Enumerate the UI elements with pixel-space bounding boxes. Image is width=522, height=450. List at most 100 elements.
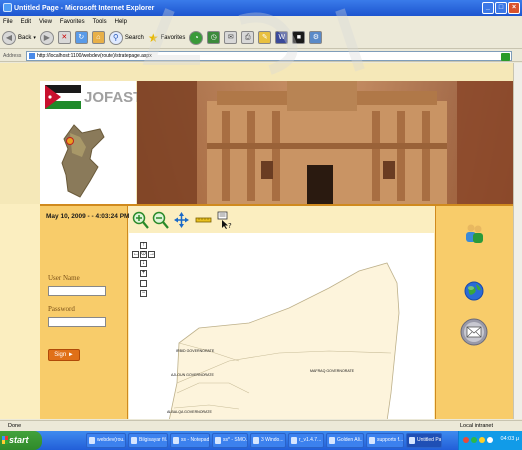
page-icon	[29, 53, 35, 59]
search-label: Search	[124, 34, 144, 41]
tools-extra-icon[interactable]: ⚙	[309, 31, 323, 44]
users-icon[interactable]	[463, 222, 485, 244]
maximize-button[interactable]: □	[495, 2, 507, 14]
task-golden[interactable]: Golden Ali...	[326, 433, 364, 448]
system-tray: 04:03 μ	[458, 431, 522, 450]
identify-icon[interactable]: ?	[217, 211, 234, 229]
back-dropdown-icon: ▾	[33, 34, 36, 41]
signin-button[interactable]: Sign ►	[48, 349, 80, 361]
favorites-button[interactable]: ★ Favorites	[148, 29, 185, 47]
messenger-icon[interactable]: ■	[292, 31, 306, 44]
start-button[interactable]: start	[0, 431, 42, 450]
current-datetime: May 10, 2009 - - 4:03:24 PM	[46, 213, 130, 220]
ie-window: Untitled Page - Microsoft Internet Explo…	[0, 0, 522, 450]
jordan-flag-icon	[45, 85, 81, 109]
username-input[interactable]	[48, 286, 106, 296]
status-text: Done	[8, 423, 22, 429]
tools-panel	[435, 206, 513, 419]
menu-view[interactable]: View	[39, 19, 52, 25]
menu-help[interactable]: Help	[115, 19, 127, 25]
address-input[interactable]: http://localhost:1100/webdev(route)/stra…	[26, 51, 512, 61]
favorites-label: Favorites	[160, 34, 186, 41]
task-smo[interactable]: ss* - SMO...	[212, 433, 248, 448]
window-title: Untitled Page - Microsoft Internet Explo…	[14, 4, 155, 12]
map-zoom-in-button[interactable]: +	[140, 270, 147, 277]
menu-bar: File Edit View Favorites Tools Help	[0, 16, 522, 27]
task-windows[interactable]: 3 Windo...	[250, 433, 286, 448]
zoom-out-icon[interactable]	[152, 211, 169, 229]
map-label-albalqa: ALBALQA GOVERNORATE	[167, 410, 212, 414]
tray-icon-a[interactable]	[463, 437, 469, 443]
standard-toolbar: ◀ Back ▾ ▶ ✕ ↻ ⌂ ⚲ Search ★ Favorites ◔ …	[0, 27, 522, 49]
media-icon[interactable]: ◔	[189, 30, 204, 45]
page-header: JOFAST	[0, 63, 513, 204]
map-label-mafraq: MAFRAQ GOVERNORATE	[310, 369, 355, 373]
pan-west-button[interactable]: ←	[132, 251, 139, 258]
search-button[interactable]: ⚲ Search	[108, 29, 144, 47]
measure-icon[interactable]	[195, 211, 212, 229]
governorate-map[interactable]	[129, 233, 434, 419]
username-label: User Name	[48, 274, 80, 282]
menu-edit[interactable]: Edit	[21, 19, 31, 25]
status-bar: Done Local intranet	[0, 420, 522, 431]
edit-icon[interactable]: ✎	[258, 31, 272, 44]
petra-monastery-photo	[137, 81, 513, 204]
map-zoom-slider[interactable]	[140, 280, 147, 287]
zoom-in-icon[interactable]	[132, 211, 149, 229]
go-button[interactable]	[501, 53, 510, 61]
task-notepad[interactable]: ss - Notepad	[170, 433, 210, 448]
back-arrow-icon: ◀	[2, 30, 16, 45]
svg-text:?: ?	[228, 222, 232, 229]
mail-envelope-icon[interactable]	[460, 318, 488, 346]
pan-center-button[interactable]: ⊙	[140, 251, 147, 258]
map-area[interactable]: IRBID GOVERNORATE AJLOUN GOVERNORATE MAF…	[129, 233, 434, 419]
windows-logo-icon	[2, 436, 8, 444]
map-label-ajloun: AJLOUN GOVERNORATE	[171, 373, 214, 377]
word-icon[interactable]: W	[275, 31, 289, 44]
back-button[interactable]: ◀ Back ▾	[2, 29, 36, 47]
tray-icon-b[interactable]	[471, 437, 477, 443]
mail-icon[interactable]: ✉	[224, 31, 238, 44]
password-input[interactable]	[48, 317, 106, 327]
tray-icon-c[interactable]	[479, 437, 485, 443]
menu-favorites[interactable]: Favorites	[60, 19, 85, 25]
window-controls: _ □ ×	[482, 2, 520, 14]
task-webdev[interactable]: webdev(rou...	[86, 433, 126, 448]
password-label: Password	[48, 305, 75, 313]
print-icon[interactable]: ⎙	[241, 31, 255, 44]
windows-taskbar: start webdev(rou... Bilgisayar fil... ss…	[0, 431, 522, 450]
task-untitled-page[interactable]: Untitled Pa...	[406, 433, 442, 448]
minimize-button[interactable]: _	[482, 2, 494, 14]
login-panel: May 10, 2009 - - 4:03:24 PM User Name Pa…	[40, 206, 130, 419]
history-icon[interactable]: ◷	[207, 31, 221, 44]
refresh-icon[interactable]: ↻	[74, 31, 88, 44]
menu-tools[interactable]: Tools	[93, 19, 107, 25]
pan-icon[interactable]	[173, 211, 190, 229]
pan-south-button[interactable]: ↓	[140, 260, 147, 267]
close-button[interactable]: ×	[508, 2, 520, 14]
vertical-scrollbar[interactable]	[513, 63, 522, 419]
globe-icon[interactable]	[463, 280, 485, 302]
page-viewport: JOFAST May 10, 2009 - - 4:03:24 PM User …	[0, 63, 513, 419]
tray-icon-d[interactable]	[487, 437, 493, 443]
start-label: start	[9, 435, 29, 445]
ie-app-icon	[3, 3, 12, 12]
logo-panel: JOFAST	[40, 81, 142, 204]
taskbar-clock: 04:03 μ	[500, 436, 519, 442]
task-bilgisayar[interactable]: Bilgisayar fil...	[128, 433, 168, 448]
task-supports[interactable]: supports f...	[366, 433, 404, 448]
forward-button[interactable]: ▶	[39, 29, 54, 47]
address-bar: Address http://localhost:1100/webdev(rou…	[0, 50, 522, 62]
content-frame: May 10, 2009 - - 4:03:24 PM User Name Pa…	[40, 204, 513, 419]
pan-east-button[interactable]: →	[148, 251, 155, 258]
map-zoom-out-button[interactable]: −	[140, 290, 147, 297]
task-r-version[interactable]: r_v1.4.7...	[288, 433, 324, 448]
title-bar[interactable]: Untitled Page - Microsoft Internet Explo…	[0, 0, 522, 16]
map-toolbar: ?	[129, 206, 434, 233]
menu-file[interactable]: File	[3, 19, 13, 25]
home-icon[interactable]: ⌂	[91, 31, 105, 44]
back-label: Back	[18, 34, 32, 41]
logo-text: JOFAST	[84, 89, 143, 106]
stop-icon[interactable]: ✕	[57, 31, 71, 44]
pan-north-button[interactable]: ↑	[140, 242, 147, 249]
